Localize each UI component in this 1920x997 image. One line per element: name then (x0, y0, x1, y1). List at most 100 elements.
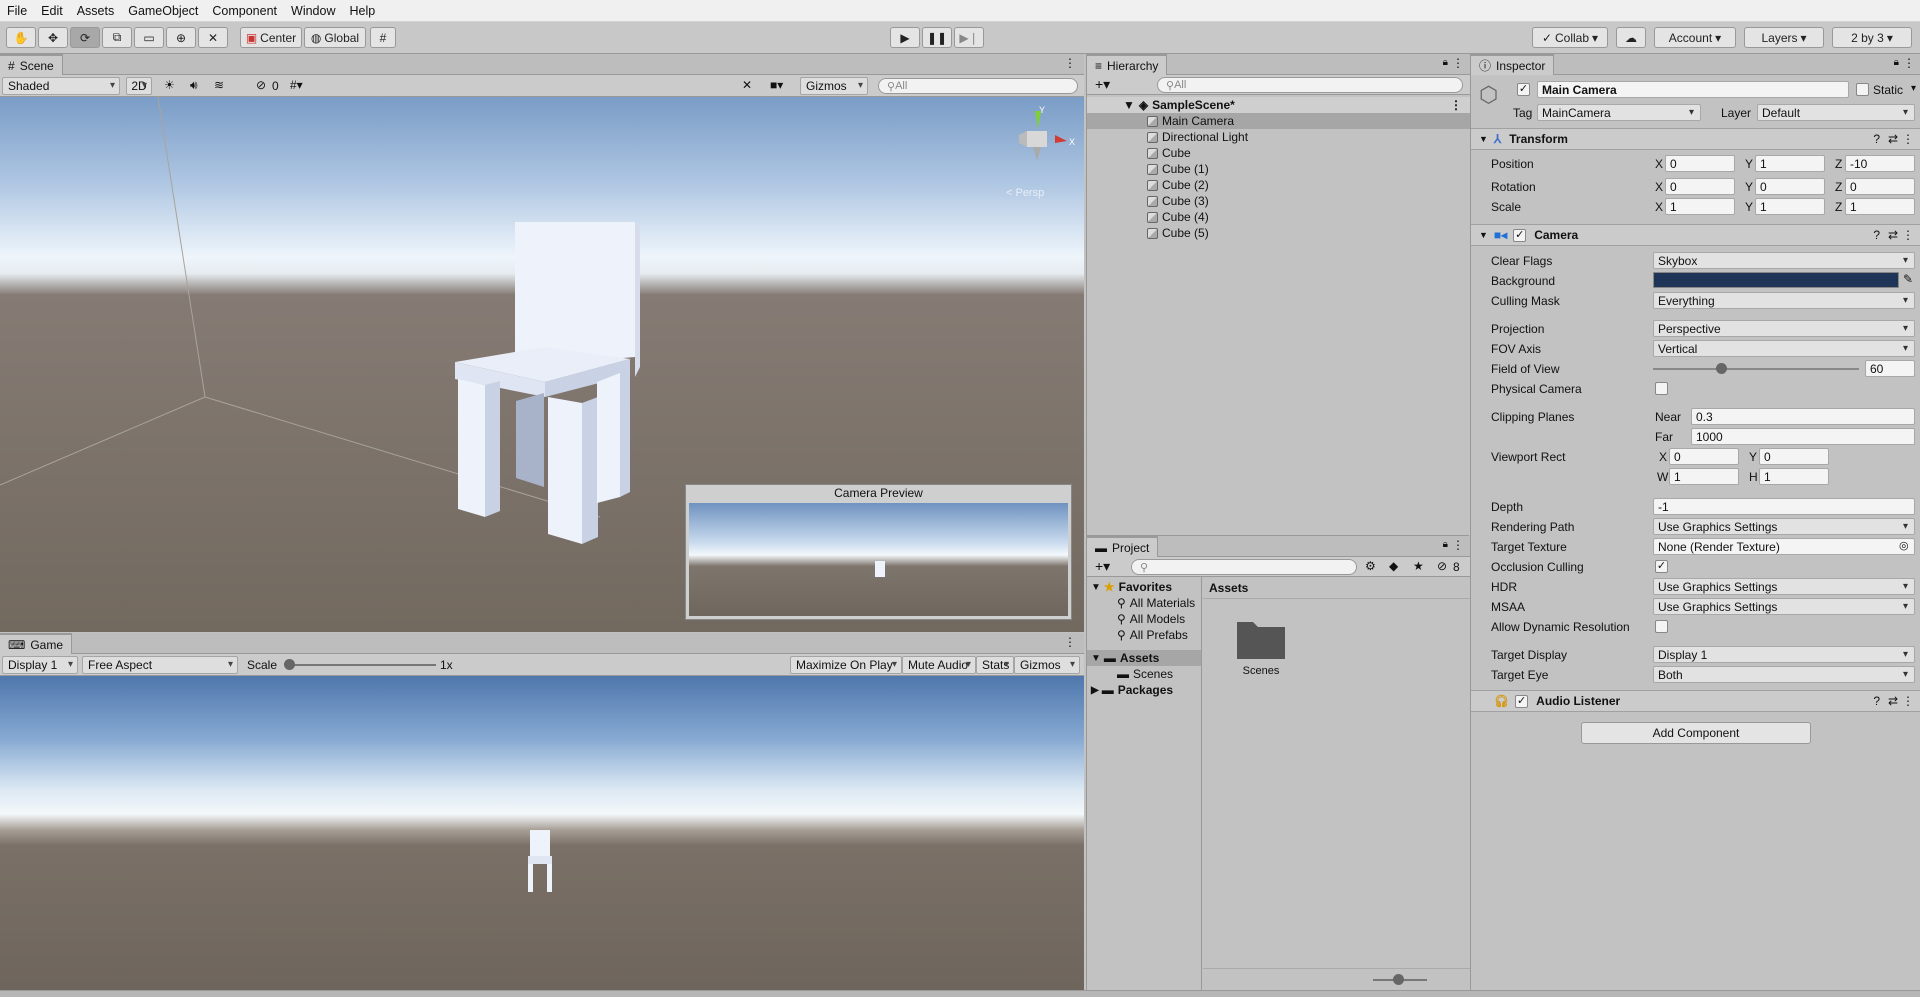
tab-hierarchy[interactable]: ≡ Hierarchy (1087, 54, 1168, 75)
presets-icon[interactable]: ⇄ (1888, 694, 1898, 708)
position-y-field[interactable]: 1 (1755, 155, 1825, 172)
more-icon[interactable]: ⋮ (1064, 635, 1076, 649)
mode-2d-toggle[interactable]: 2D (126, 76, 152, 95)
position-z-field[interactable]: -10 (1845, 155, 1915, 172)
cloud-icon[interactable]: ☁ (1616, 27, 1646, 48)
lighting-icon[interactable]: ☀ (164, 78, 175, 92)
effects-icon[interactable]: ≋ (214, 78, 224, 92)
play-button[interactable]: ▶ (890, 27, 920, 48)
scale-x-field[interactable]: 1 (1665, 198, 1735, 215)
scene-viewport[interactable]: Y X < Persp Camera Preview (0, 97, 1084, 632)
move-tool-icon[interactable]: ✥ (38, 27, 68, 48)
clear-flags-dropdown[interactable]: Skybox (1653, 252, 1915, 269)
hand-tool-icon[interactable]: ✋ (6, 27, 36, 48)
game-gizmos-dropdown[interactable]: Gizmos (1014, 655, 1080, 674)
projection-dropdown[interactable]: Perspective (1653, 320, 1915, 337)
dynamic-resolution-checkbox[interactable] (1655, 620, 1668, 633)
account-dropdown[interactable]: Account ▾ (1654, 27, 1736, 48)
favorite-item-materials[interactable]: ⚲ All Materials (1087, 595, 1201, 611)
scale-z-field[interactable]: 1 (1845, 198, 1915, 215)
more-icon[interactable]: ⋮ (1902, 228, 1914, 242)
maximize-on-play-toggle[interactable]: Maximize On Play (790, 655, 902, 674)
assets-folder-row[interactable]: ▼ ▬ Assets (1087, 650, 1201, 666)
more-icon[interactable]: ⋮ (1064, 56, 1076, 70)
menu-gameobject[interactable]: GameObject (121, 4, 205, 18)
scale-tool-icon[interactable]: ⧉ (102, 27, 132, 48)
hidden-packages-icon[interactable]: ⊘ (1437, 559, 1447, 573)
collab-dropdown[interactable]: ✓ Collab ▾ (1532, 27, 1608, 48)
menu-component[interactable]: Component (205, 4, 284, 18)
tab-project[interactable]: ▬ Project (1087, 536, 1159, 557)
search-by-type-icon[interactable]: ⚙ (1365, 559, 1376, 573)
aspect-dropdown[interactable]: Free Aspect (82, 655, 238, 674)
scale-y-field[interactable]: 1 (1755, 198, 1825, 215)
tab-inspector[interactable]: ⓘ Inspector (1471, 54, 1555, 75)
target-eye-dropdown[interactable]: Both (1653, 666, 1915, 683)
project-breadcrumb[interactable]: Assets (1203, 577, 1470, 599)
hierarchy-item-cube-1[interactable]: Cube (1) (1087, 161, 1470, 177)
occlusion-culling-checkbox[interactable]: ✓ (1655, 560, 1668, 573)
pause-button[interactable]: ❚❚ (922, 27, 952, 48)
packages-folder-row[interactable]: ▶ ▬ Packages (1087, 682, 1201, 698)
object-name-field[interactable]: Main Camera (1537, 81, 1849, 98)
viewport-w-field[interactable]: 1 (1669, 468, 1739, 485)
persp-label[interactable]: < Persp (1006, 187, 1044, 199)
msaa-dropdown[interactable]: Use Graphics Settings (1653, 598, 1915, 615)
hierarchy-item-cube-5[interactable]: Cube (5) (1087, 225, 1470, 241)
tag-dropdown[interactable]: MainCamera (1537, 104, 1701, 121)
hierarchy-item-main-camera[interactable]: Main Camera (1087, 113, 1470, 129)
chevron-down-icon[interactable]: ▾ (1911, 83, 1916, 94)
mute-audio-toggle[interactable]: Mute Audio (902, 655, 976, 674)
hierarchy-item-directional-light[interactable]: Directional Light (1087, 129, 1470, 145)
rotate-tool-icon[interactable]: ⟳ (70, 27, 100, 48)
shading-mode-dropdown[interactable]: Shaded (2, 76, 120, 95)
layout-dropdown[interactable]: 2 by 3 ▾ (1832, 27, 1912, 48)
near-field[interactable]: 0.3 (1691, 408, 1915, 425)
viewport-h-field[interactable]: 1 (1759, 468, 1829, 485)
camera-enabled-checkbox[interactable]: ✓ (1513, 228, 1527, 242)
lock-icon[interactable]: 🔒︎ (1443, 57, 1448, 68)
hierarchy-item-cube[interactable]: Cube (1087, 145, 1470, 161)
favorite-item-models[interactable]: ⚲ All Models (1087, 611, 1201, 627)
hierarchy-search-input[interactable]: ⚲ All (1157, 77, 1463, 93)
grid-toggle-icon[interactable]: #▾ (290, 78, 303, 92)
more-icon[interactable]: ⋮ (1902, 694, 1914, 708)
tab-game[interactable]: ⌨ Game (0, 633, 73, 654)
project-search-input[interactable]: ⚲ (1131, 559, 1357, 575)
far-field[interactable]: 1000 (1691, 428, 1915, 445)
fov-slider-track[interactable] (1653, 368, 1859, 370)
menu-help[interactable]: Help (342, 4, 382, 18)
rotation-y-field[interactable]: 0 (1755, 178, 1825, 195)
stats-toggle[interactable]: Stats (976, 655, 1014, 674)
static-checkbox[interactable] (1856, 83, 1869, 96)
audio-listener-checkbox[interactable]: ✓ (1515, 694, 1529, 708)
add-icon[interactable]: +▾ (1095, 558, 1110, 575)
more-icon[interactable]: ⋮ (1450, 98, 1462, 112)
custom-tool-icon[interactable]: ✕ (198, 27, 228, 48)
scenes-folder-row[interactable]: ▬ Scenes (1087, 666, 1201, 682)
more-icon[interactable]: ⋮ (1452, 538, 1464, 552)
fov-slider-handle[interactable] (1715, 363, 1727, 374)
position-x-field[interactable]: 0 (1665, 155, 1735, 172)
scene-gizmos-dropdown[interactable]: Gizmos (800, 76, 868, 95)
target-texture-field[interactable]: None (Render Texture) (1653, 538, 1915, 555)
favorite-star-icon[interactable]: ★ (1413, 559, 1424, 573)
scale-slider-handle[interactable] (284, 659, 295, 670)
display-dropdown[interactable]: Display 1 (2, 655, 78, 674)
viewport-x-field[interactable]: 0 (1669, 448, 1739, 465)
grid-snap-icon[interactable]: # (370, 27, 396, 48)
orientation-gizmo[interactable]: Y X (1005, 103, 1075, 171)
add-component-button[interactable]: Add Component (1581, 722, 1811, 744)
scene-row[interactable]: ▼ ◈ SampleScene* ⋮ (1087, 97, 1470, 113)
camera-icon[interactable]: ■▾ (770, 78, 783, 92)
layers-dropdown[interactable]: Layers ▾ (1744, 27, 1824, 48)
pivot-global-button[interactable]: ◍ Global (304, 27, 366, 48)
menu-edit[interactable]: Edit (34, 4, 70, 18)
physical-camera-checkbox[interactable] (1655, 382, 1668, 395)
asset-scenes-folder[interactable]: Scenes (1221, 616, 1301, 677)
target-display-dropdown[interactable]: Display 1 (1653, 646, 1915, 663)
scene-search-input[interactable]: ⚲ All (878, 78, 1078, 94)
more-icon[interactable]: ⋮ (1903, 56, 1915, 70)
viewport-y-field[interactable]: 0 (1759, 448, 1829, 465)
hierarchy-item-cube-4[interactable]: Cube (4) (1087, 209, 1470, 225)
